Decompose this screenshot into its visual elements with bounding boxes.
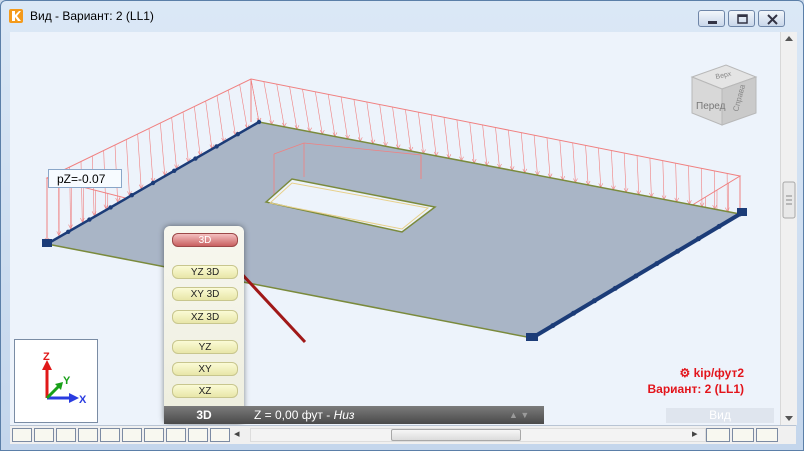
tool-numbering-button[interactable] <box>188 428 208 442</box>
axis-triad-icon: Z Y X <box>42 351 87 406</box>
close-button[interactable] <box>758 10 785 27</box>
view-mode-menu: 3D YZ 3D XY 3D XZ 3D YZ XY XZ <box>164 226 244 424</box>
load-value-label: pZ=-0.07 <box>48 169 122 188</box>
status-band: 3D Z = 0,00 фут - Низ ▲ ▼ <box>164 406 544 424</box>
title-bar: Вид - Вариант: 2 (LL1) <box>1 1 803 31</box>
tool-nodes-button[interactable] <box>56 428 76 442</box>
menu-item-xz-3d[interactable]: XZ 3D <box>172 310 238 324</box>
restore-icon <box>737 14 748 24</box>
tool-view-button[interactable] <box>756 428 778 442</box>
tool-beams-button[interactable] <box>34 428 54 442</box>
menu-item-yz[interactable]: YZ <box>172 340 238 354</box>
axis-triad: Z Y X <box>14 339 98 423</box>
tool-loads-button[interactable] <box>706 428 730 442</box>
vertical-scrollbar[interactable] <box>780 32 797 425</box>
axis-x-label: X <box>79 394 87 406</box>
menu-item-xy[interactable]: XY <box>172 362 238 376</box>
legend-units: ⚙ kip/фут2 <box>679 366 744 380</box>
tool-slab-button[interactable] <box>78 428 98 442</box>
horizontal-scrollbar[interactable] <box>250 428 706 442</box>
cube-front-label: Перед <box>696 101 726 112</box>
status-mode: 3D <box>196 408 212 422</box>
menu-item-xy-3d[interactable]: XY 3D <box>172 287 238 301</box>
status-z-text: Z = 0,00 фут - <box>254 408 334 422</box>
tool-pen-button[interactable] <box>100 428 120 442</box>
maximize-button[interactable] <box>728 10 755 27</box>
close-icon <box>767 14 778 25</box>
horizontal-scroll-thumb[interactable] <box>391 429 521 441</box>
scroll-arrows <box>782 36 796 421</box>
view-button[interactable]: Вид <box>666 408 774 423</box>
status-z-side: Низ <box>333 408 355 422</box>
tool-grid-button[interactable] <box>210 428 230 442</box>
axis-y-label: Y <box>63 375 71 387</box>
minimize-icon <box>708 21 717 24</box>
tool-edit-button[interactable] <box>122 428 142 442</box>
legend: ⚙ kip/фут2 Вариант: 2 (LL1) <box>647 365 744 397</box>
axis-z-label: Z <box>43 351 50 363</box>
scroll-right-icon[interactable]: ▸ <box>692 427 698 440</box>
tool-supports-button[interactable] <box>12 428 32 442</box>
menu-item-3d[interactable]: 3D <box>172 233 238 247</box>
tool-glasses-button[interactable] <box>732 428 754 442</box>
tool-section-button[interactable] <box>144 428 164 442</box>
app-logo-icon <box>9 9 23 23</box>
view-cube[interactable]: Перед Верх Справа <box>686 57 766 129</box>
3d-viewport[interactable]: pZ=-0.07 Перед Верх Справа 3D YZ 3D XY 3… <box>10 32 780 425</box>
menu-item-xz[interactable]: XZ <box>172 384 238 398</box>
tool-panel-button[interactable] <box>166 428 186 442</box>
scroll-left-icon[interactable]: ◂ <box>234 427 240 440</box>
bottom-toolbar: ◂ ▸ <box>10 425 796 444</box>
load-legend-icon: ⚙ <box>679 366 694 380</box>
window-title: Вид - Вариант: 2 (LL1) <box>30 9 154 23</box>
view-window: Вид - Вариант: 2 (LL1) pZ=-0.07 Перед Ве… <box>0 0 804 451</box>
minimize-button[interactable] <box>698 10 725 27</box>
level-up-down-icon[interactable]: ▲ ▼ <box>509 406 529 424</box>
menu-item-yz-3d[interactable]: YZ 3D <box>172 265 238 279</box>
legend-case: Вариант: 2 (LL1) <box>647 382 744 396</box>
status-z-level: Z = 0,00 фут - Низ <box>254 406 355 424</box>
